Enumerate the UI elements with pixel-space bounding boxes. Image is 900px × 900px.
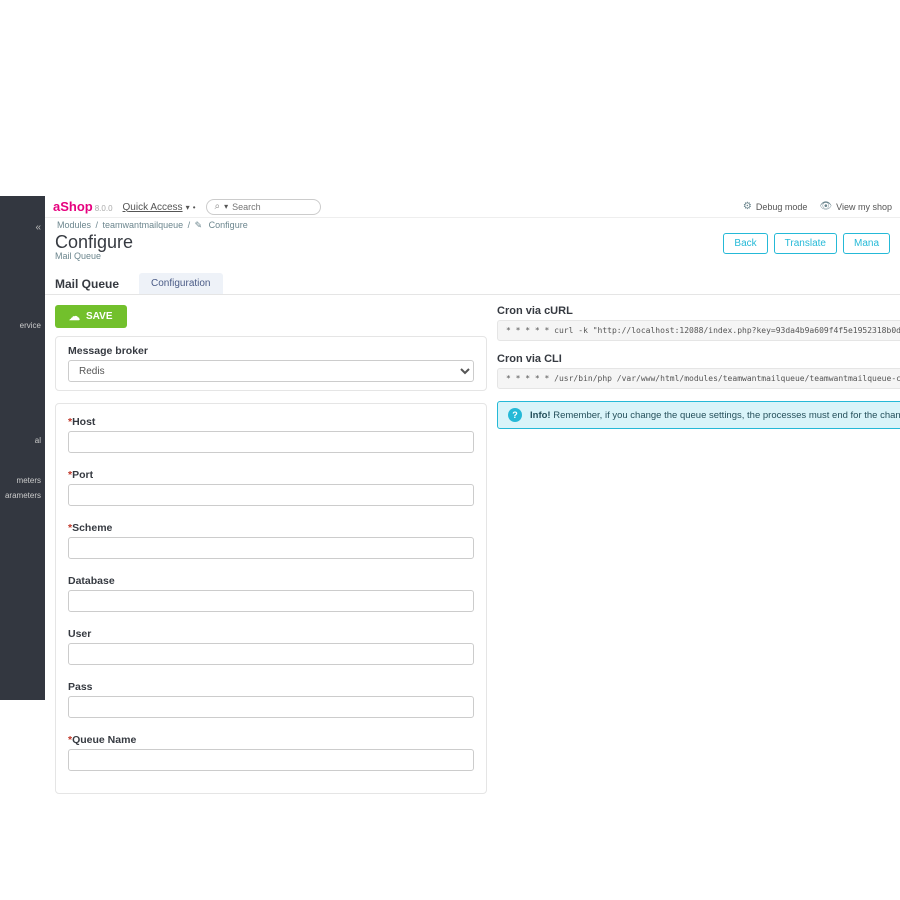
search-input[interactable] xyxy=(232,202,312,212)
breadcrumb-item[interactable]: teamwantmailqueue xyxy=(103,220,184,230)
brand-logo-fragment: aShop8.0.0 xyxy=(53,199,113,214)
message-broker-select[interactable]: Redis xyxy=(68,360,474,382)
scheme-input[interactable] xyxy=(68,537,474,559)
manage-button[interactable]: Mana xyxy=(843,233,890,254)
sidebar-item[interactable]: arameters xyxy=(3,486,43,505)
search-box[interactable]: ⌕ ▾ xyxy=(206,199,321,215)
translate-button[interactable]: Translate xyxy=(774,233,837,254)
info-icon: ? xyxy=(508,408,522,422)
cron-curl-title: Cron via cURL xyxy=(497,305,900,317)
label-user: User xyxy=(68,628,474,640)
debug-mode-link[interactable]: ⚙Debug mode xyxy=(743,201,808,212)
label-host: *Host xyxy=(68,416,474,428)
page-title: Configure xyxy=(55,233,133,251)
cron-cli-command: * * * * * /usr/bin/php /var/www/html/mod… xyxy=(497,368,900,389)
pass-input[interactable] xyxy=(68,696,474,718)
sidebar-item[interactable]: ervice xyxy=(18,316,43,335)
page-subtitle: Mail Queue xyxy=(55,251,133,261)
user-input[interactable] xyxy=(68,643,474,665)
label-scheme: *Scheme xyxy=(68,522,474,534)
back-button[interactable]: Back xyxy=(723,233,767,254)
breadcrumb: Modules / teamwantmailqueue / ✎ Configur… xyxy=(45,218,900,233)
cron-cli-title: Cron via CLI xyxy=(497,353,900,365)
label-pass: Pass xyxy=(68,681,474,693)
bug-icon: ⚙ xyxy=(743,201,752,212)
breadcrumb-item[interactable]: Modules xyxy=(57,220,91,230)
quick-access-dropdown[interactable]: Quick Access ▾ • xyxy=(123,201,196,213)
label-queue-name: *Queue Name xyxy=(68,734,474,746)
label-database: Database xyxy=(68,575,474,587)
tab-configuration[interactable]: Configuration xyxy=(139,273,222,294)
chevron-down-icon: ▾ xyxy=(186,203,190,212)
save-button[interactable]: ☁SAVE xyxy=(55,305,127,328)
sidebar: « ervice al meters arameters xyxy=(0,196,45,700)
queue-name-input[interactable] xyxy=(68,749,474,771)
topbar: aShop8.0.0 Quick Access ▾ • ⌕ ▾ ⚙Debug m… xyxy=(45,196,900,218)
view-shop-link[interactable]: 👁View my shop xyxy=(819,201,892,212)
cron-curl-command: * * * * * curl -k "http://localhost:1208… xyxy=(497,320,900,341)
search-icon: ⌕ xyxy=(215,201,221,212)
label-message-broker: Message broker xyxy=(68,345,474,357)
chevron-down-icon: ▾ xyxy=(224,202,228,211)
cloud-icon: ☁ xyxy=(69,310,80,323)
breadcrumb-item: Configure xyxy=(209,220,248,230)
sidebar-item[interactable]: al xyxy=(33,431,43,450)
sidebar-collapse-icon[interactable]: « xyxy=(35,222,39,233)
info-alert: ? Info! Remember, if you change the queu… xyxy=(497,401,900,429)
label-port: *Port xyxy=(68,469,474,481)
panel-message-broker: Message broker Redis xyxy=(55,336,487,391)
panel-heading: Mail Queue xyxy=(55,277,119,291)
port-input[interactable] xyxy=(68,484,474,506)
tabs: Mail Queue Configuration xyxy=(45,267,900,295)
database-input[interactable] xyxy=(68,590,474,612)
panel-connection: *Host *Port *Scheme xyxy=(55,403,487,794)
eye-icon: 👁 xyxy=(819,201,832,212)
host-input[interactable] xyxy=(68,431,474,453)
